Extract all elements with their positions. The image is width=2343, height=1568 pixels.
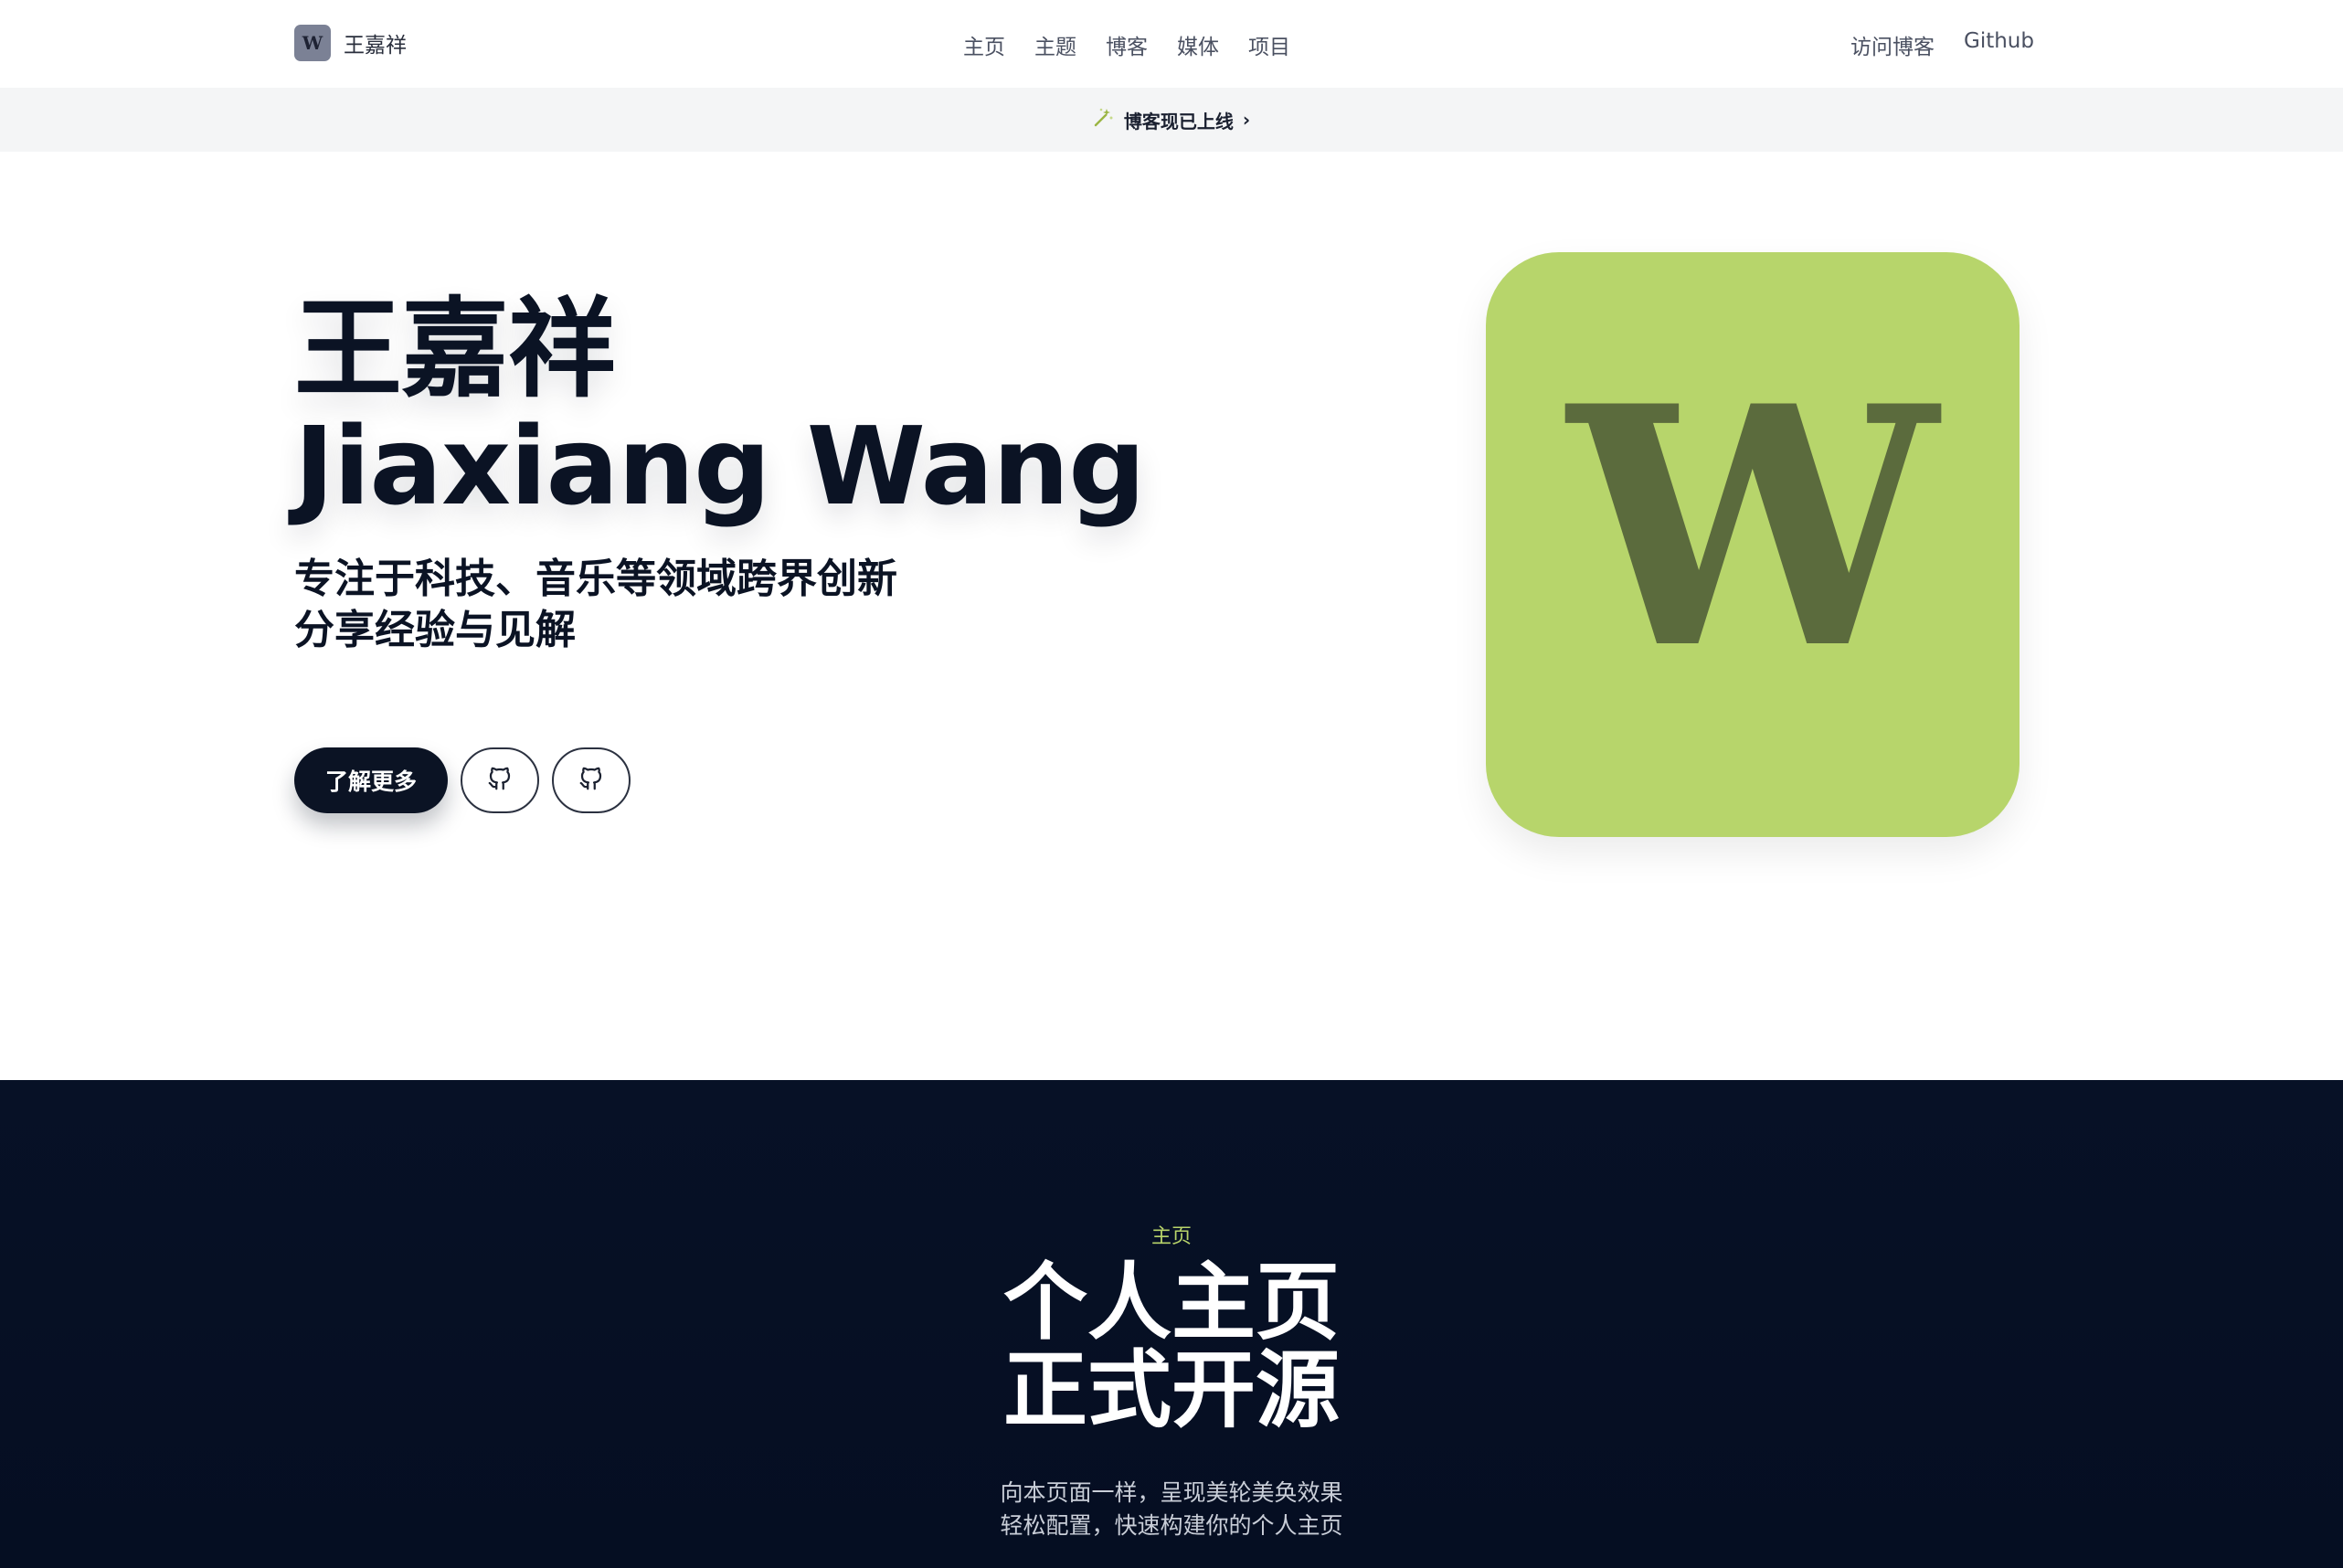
brand-logo[interactable]: W xyxy=(294,25,331,61)
section-desc-line1: 向本页面一样，呈现美轮美奂效果 xyxy=(1000,1479,1343,1506)
nav-link-home[interactable]: 主页 xyxy=(963,29,1005,60)
brand[interactable]: W 王嘉祥 xyxy=(294,25,407,61)
visit-blog-link[interactable]: 访问博客 xyxy=(1850,29,1935,60)
hero-title-chinese: 王嘉祥 xyxy=(294,286,616,412)
github-icon xyxy=(486,765,514,796)
github-button-secondary[interactable] xyxy=(552,747,631,813)
section-title-line2: 正式开源 xyxy=(1002,1341,1340,1439)
section-desc-line2: 轻松配置，快速构建你的个人主页 xyxy=(1000,1512,1343,1539)
sparkle-icon xyxy=(1093,106,1115,133)
section-title: 个人主页 正式开源 xyxy=(0,1259,2343,1435)
section-description: 向本页面一样，呈现美轮美奂效果 轻松配置，快速构建你的个人主页 xyxy=(0,1477,2343,1542)
section-eyebrow: 主页 xyxy=(1150,1225,1192,1248)
hero-subtitle: 专注于科技、音乐等领域跨界创新 分享经验与见解 xyxy=(294,554,897,656)
announcement-bar[interactable]: 博客现已上线 › xyxy=(0,88,2343,152)
nav-link-media[interactable]: 媒体 xyxy=(1177,29,1219,60)
nav-link-themes[interactable]: 主题 xyxy=(1034,29,1076,60)
brand-name[interactable]: 王嘉祥 xyxy=(344,27,407,58)
top-nav-bar: W 王嘉祥 主页 主题 博客 媒体 项目 访问博客 Github xyxy=(0,0,2343,88)
hero-logo-letter: W xyxy=(1567,334,1938,721)
homepage-open-source-section: 主页 个人主页 正式开源 向本页面一样，呈现美轮美奂效果 轻松配置，快速构建你的… xyxy=(0,1080,2343,1568)
github-icon xyxy=(578,765,605,796)
hero-subtitle-line1: 专注于科技、音乐等领域跨界创新 xyxy=(294,556,897,602)
header-right-links: 访问博客 Github xyxy=(1850,29,2034,60)
nav-link-projects[interactable]: 项目 xyxy=(1248,29,1290,60)
hero-subtitle-line2: 分享经验与见解 xyxy=(294,607,576,653)
section-title-line1: 个人主页 xyxy=(1002,1254,1340,1351)
announcement-text: 博客现已上线 xyxy=(1123,110,1234,132)
learn-more-button[interactable]: 了解更多 xyxy=(294,747,449,813)
main-nav: 主页 主题 博客 媒体 项目 xyxy=(963,29,1290,60)
hero-actions: 了解更多 xyxy=(294,747,631,813)
github-button[interactable] xyxy=(461,747,540,813)
hero-logo-card: W xyxy=(1486,252,2020,837)
chevron-right-icon: › xyxy=(1242,109,1251,131)
hero-title-english: Jiaxiang Wang xyxy=(294,403,1146,529)
github-link[interactable]: Github xyxy=(1964,29,2034,60)
hero-title: 王嘉祥 Jiaxiang Wang xyxy=(294,291,1146,524)
nav-link-blog[interactable]: 博客 xyxy=(1106,29,1148,60)
